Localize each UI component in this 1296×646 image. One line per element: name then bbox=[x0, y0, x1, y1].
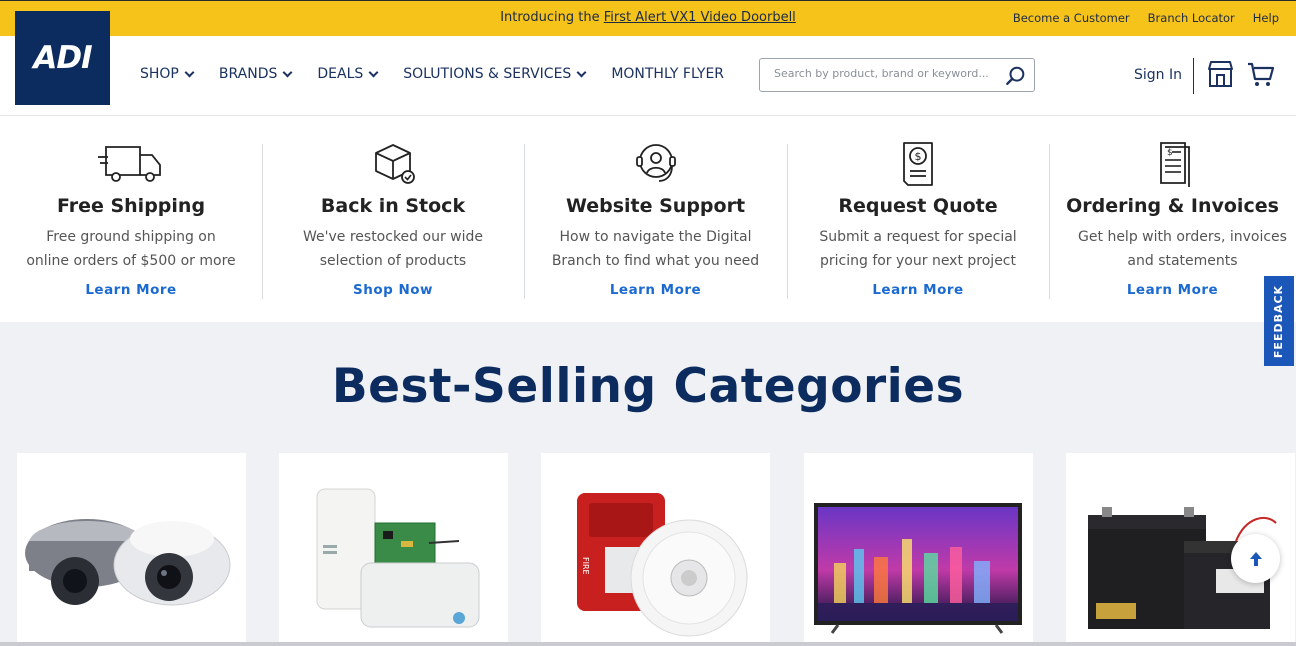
feature-ordering-invoices: $ Ordering & Invoices Get help with orde… bbox=[1049, 117, 1296, 322]
search-input[interactable] bbox=[774, 67, 994, 80]
logo-text: ADI bbox=[33, 40, 92, 76]
feature-title: Request Quote bbox=[838, 195, 998, 217]
feedback-tab[interactable]: FEEDBACK bbox=[1264, 276, 1294, 366]
fire-alarm-devices-image: FIRE bbox=[577, 493, 748, 637]
truck-icon bbox=[98, 146, 161, 182]
nav-deals-label: DEALS bbox=[317, 66, 364, 82]
feature-desc: How to navigate the Digital Branch to fi… bbox=[551, 229, 760, 269]
chevron-down-icon bbox=[368, 67, 379, 77]
category-card-cameras[interactable] bbox=[17, 453, 246, 646]
feature-title: Free Shipping bbox=[56, 195, 206, 217]
nav-flyer-label: MONTHLY FLYER bbox=[611, 66, 725, 82]
promo-text: Introducing the bbox=[500, 10, 604, 25]
section-title: Best-Selling Categories bbox=[331, 359, 965, 414]
feature-title: Back in Stock bbox=[320, 195, 466, 217]
cart-icon[interactable] bbox=[1247, 62, 1274, 88]
become-customer-link[interactable]: Become a Customer bbox=[1013, 11, 1130, 25]
box-check-icon bbox=[375, 144, 415, 184]
best-selling-section: Best-Selling Categories FIRE bbox=[0, 322, 1296, 646]
horizontal-scrollbar[interactable] bbox=[0, 642, 1296, 646]
feature-title: Ordering & Invoices bbox=[1066, 195, 1279, 217]
announcement-bar: Introducing the First Alert VX1 Video Do… bbox=[0, 0, 1296, 36]
main-nav: SHOP BRANDS DEALS SOLUTIONS & SERVICES M… bbox=[140, 66, 724, 82]
feature-link[interactable]: Learn More bbox=[787, 282, 1049, 298]
search-icon[interactable] bbox=[1005, 65, 1027, 87]
security-cameras-image bbox=[25, 519, 231, 606]
nav-deals[interactable]: DEALS bbox=[317, 66, 379, 82]
feature-desc: Submit a request for special pricing for… bbox=[819, 229, 1017, 269]
svg-text:$: $ bbox=[915, 150, 922, 163]
feature-back-in-stock: Back in Stock We've restocked our wide s… bbox=[262, 117, 524, 322]
chevron-down-icon bbox=[184, 67, 195, 77]
feature-link[interactable]: Learn More bbox=[524, 282, 787, 298]
arrow-up-icon bbox=[1249, 551, 1262, 566]
svg-text:$: $ bbox=[1167, 148, 1173, 158]
category-card-displays[interactable] bbox=[804, 453, 1033, 646]
branch-locator-link[interactable]: Branch Locator bbox=[1148, 11, 1235, 25]
store-icon[interactable] bbox=[1207, 60, 1234, 88]
chevron-down-icon bbox=[282, 67, 293, 77]
nav-solutions-services[interactable]: SOLUTIONS & SERVICES bbox=[403, 66, 587, 82]
feature-request-quote: $ Request Quote Submit a request for spe… bbox=[787, 117, 1049, 322]
nav-shop[interactable]: SHOP bbox=[140, 66, 195, 82]
feedback-label: FEEDBACK bbox=[1272, 284, 1286, 358]
header-divider bbox=[1193, 58, 1194, 94]
feature-free-shipping: Free Shipping Free ground shipping on on… bbox=[0, 117, 262, 322]
feature-title: Website Support bbox=[565, 195, 746, 217]
headset-icon bbox=[635, 144, 676, 182]
search-box bbox=[759, 58, 1035, 92]
feature-link[interactable]: Shop Now bbox=[262, 282, 524, 298]
sign-in-link[interactable]: Sign In bbox=[1134, 67, 1182, 83]
nav-brands-label: BRANDS bbox=[218, 66, 278, 82]
promo-link[interactable]: First Alert VX1 Video Doorbell bbox=[604, 10, 796, 25]
feature-link[interactable]: Learn More bbox=[1049, 282, 1296, 298]
feature-desc: Free ground shipping on online orders of… bbox=[26, 229, 236, 269]
nav-brands[interactable]: BRANDS bbox=[218, 66, 293, 82]
wireless-sensors-image bbox=[316, 488, 480, 628]
feature-website-support: Website Support How to navigate the Digi… bbox=[524, 117, 787, 322]
svg-text:FIRE: FIRE bbox=[581, 557, 590, 575]
site-header: SHOP BRANDS DEALS SOLUTIONS & SERVICES M… bbox=[0, 36, 1296, 116]
feature-strip: Free Shipping Free ground shipping on on… bbox=[0, 117, 1296, 322]
feature-desc: We've restocked our wide selection of pr… bbox=[303, 229, 483, 269]
television-display-image bbox=[814, 503, 1022, 634]
invoice-icon: $ bbox=[1159, 142, 1190, 187]
category-card-fire[interactable]: FIRE bbox=[541, 453, 770, 646]
back-to-top-button[interactable] bbox=[1231, 534, 1280, 583]
feature-desc: Get help with orders, invoices and state… bbox=[1078, 229, 1287, 269]
quote-document-icon: $ bbox=[903, 142, 933, 186]
utility-links: Become a Customer Branch Locator Help bbox=[1013, 11, 1279, 25]
help-link[interactable]: Help bbox=[1253, 11, 1279, 25]
nav-shop-label: SHOP bbox=[140, 66, 179, 82]
nav-solutions-label: SOLUTIONS & SERVICES bbox=[403, 66, 572, 82]
chevron-down-icon bbox=[576, 67, 587, 77]
adi-logo[interactable]: ADI bbox=[15, 11, 110, 105]
category-card-wireless[interactable] bbox=[279, 453, 508, 646]
feature-link[interactable]: Learn More bbox=[0, 282, 262, 298]
nav-monthly-flyer[interactable]: MONTHLY FLYER bbox=[611, 66, 724, 82]
